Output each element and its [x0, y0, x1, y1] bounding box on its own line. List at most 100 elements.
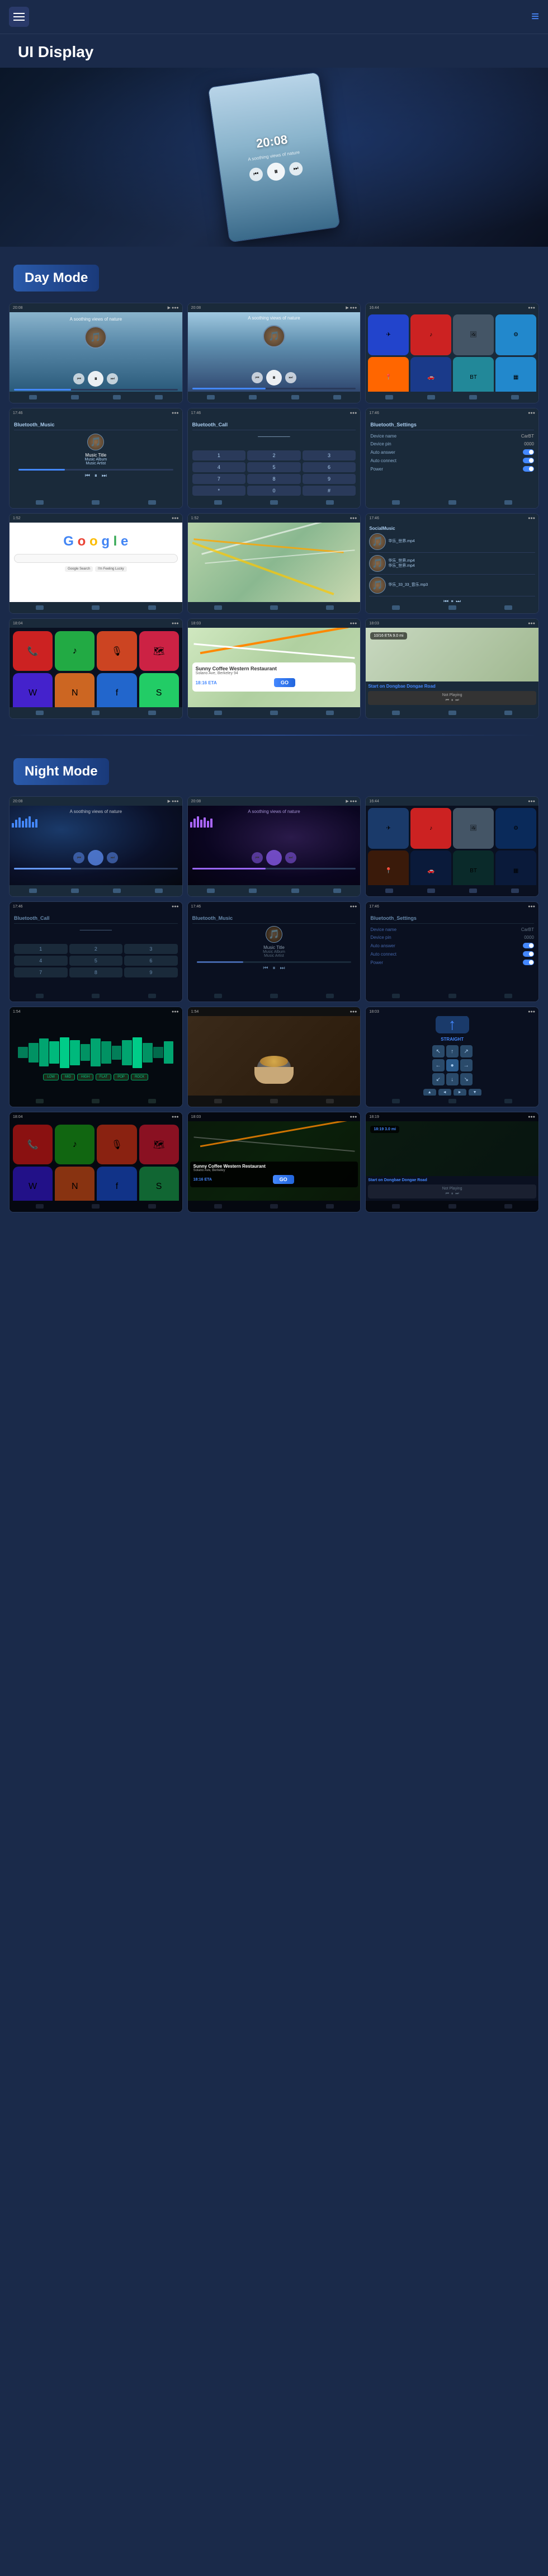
night-dial-1[interactable]: 1 — [14, 944, 68, 954]
cp-music[interactable]: ♪ — [55, 631, 95, 671]
night-nav-play[interactable]: ⏸ — [451, 1192, 453, 1196]
app-settings[interactable]: ⚙ — [495, 314, 536, 355]
night-dial-8[interactable]: 8 — [69, 967, 123, 977]
dial-3[interactable]: 3 — [303, 450, 356, 460]
night-next-1[interactable]: ⏭ — [107, 852, 118, 863]
nav-next[interactable]: ⏭ — [455, 698, 459, 703]
arrow-up-left[interactable]: ↖ — [432, 1045, 445, 1057]
night-dial-6[interactable]: 6 — [124, 956, 178, 966]
dial-hash[interactable]: # — [303, 486, 356, 496]
night-cp-phone[interactable]: 📞 — [13, 1125, 53, 1164]
dial-7[interactable]: 7 — [192, 474, 246, 484]
night-play-2[interactable] — [266, 850, 282, 866]
go-button[interactable]: GO — [274, 678, 295, 687]
auto-answer-toggle[interactable] — [523, 449, 534, 455]
menu-icon[interactable] — [9, 7, 29, 27]
google-search-bar[interactable] — [14, 554, 178, 563]
nav-extra-4[interactable]: ▼ — [469, 1089, 481, 1096]
night-app-extra1[interactable]: ▦ — [495, 850, 536, 885]
app-music[interactable]: ♪ — [410, 314, 451, 355]
night-dial-2[interactable]: 2 — [69, 944, 123, 954]
prev-btn[interactable]: ⏮ — [73, 373, 84, 384]
dial-2[interactable]: 2 — [247, 450, 301, 460]
night-cp-music[interactable]: ♪ — [55, 1125, 95, 1164]
night-cp-maps[interactable]: 🗺 — [139, 1125, 179, 1164]
bt-prev[interactable]: ⏮ — [85, 473, 90, 479]
night-prev-1[interactable]: ⏮ — [73, 852, 84, 863]
bt-play[interactable]: ⏸ — [95, 473, 97, 479]
night-nav-next[interactable]: ⏭ — [455, 1192, 459, 1196]
night-dial-3[interactable]: 3 — [124, 944, 178, 954]
night-app-photos[interactable]: 🖼 — [453, 808, 494, 849]
app-telegram[interactable]: ✈ — [368, 314, 409, 355]
google-lucky-btn[interactable]: I'm Feeling Lucky — [95, 566, 127, 572]
night-prev-2[interactable]: ⏮ — [252, 852, 263, 863]
eq-btn-1[interactable]: LOW — [43, 1074, 59, 1080]
social-item-1[interactable]: 🎵 华乐_世界.mp4 — [369, 533, 535, 553]
hero-play-btn[interactable]: ⏸ — [266, 161, 286, 181]
hero-next-btn[interactable]: ⏭ — [289, 161, 304, 176]
night-app-telegram[interactable]: ✈ — [368, 808, 409, 849]
app-vehicle[interactable]: 🚗 — [410, 357, 451, 392]
eq-btn-5[interactable]: POP — [114, 1074, 129, 1080]
night-app-music[interactable]: ♪ — [410, 808, 451, 849]
arrow-center[interactable]: ● — [446, 1059, 459, 1071]
night-cp-waze[interactable]: W — [13, 1167, 53, 1201]
cp-spotify[interactable]: S — [139, 673, 179, 707]
eq-btn-6[interactable]: ROCK — [131, 1074, 148, 1080]
night-auto-answer-toggle[interactable] — [523, 943, 534, 948]
app-bt[interactable]: BT — [453, 357, 494, 392]
night-app-maps[interactable]: 📍 — [368, 850, 409, 885]
app-maps[interactable]: 📍 — [368, 357, 409, 392]
dial-4[interactable]: 4 — [192, 462, 246, 472]
nav-extra-1[interactable]: ▲ — [423, 1089, 436, 1096]
dial-9[interactable]: 9 — [303, 474, 356, 484]
app-extra1[interactable]: ▦ — [495, 357, 536, 392]
cp-maps[interactable]: 🗺 — [139, 631, 179, 671]
eq-btn-3[interactable]: HIGH — [77, 1074, 93, 1080]
cp-phone[interactable]: 📞 — [13, 631, 53, 671]
night-cp-spotify[interactable]: S — [139, 1167, 179, 1201]
night-nav-prev[interactable]: ⏮ — [446, 1192, 449, 1196]
arrow-up[interactable]: ↑ — [446, 1045, 459, 1057]
arrow-right[interactable]: → — [460, 1059, 473, 1071]
nav-extra-2[interactable]: ◄ — [438, 1089, 451, 1096]
dial-star[interactable]: * — [192, 486, 246, 496]
play-btn[interactable]: ⏸ — [88, 371, 103, 387]
night-auto-connect-toggle[interactable] — [523, 951, 534, 957]
eq-btn-2[interactable]: MID — [61, 1074, 75, 1080]
hero-prev-btn[interactable]: ⏮ — [248, 167, 263, 182]
dial-5[interactable]: 5 — [247, 462, 301, 472]
nav-play[interactable]: ⏸ — [451, 698, 453, 703]
social-item-3[interactable]: 🎵 华乐_33_33_音乐.mp3 — [369, 577, 535, 596]
auto-connect-toggle[interactable] — [523, 458, 534, 463]
night-app-vehicle[interactable]: 🚗 — [410, 850, 451, 885]
play-btn-2[interactable]: ⏸ — [266, 370, 282, 386]
night-cp-netflix[interactable]: N — [55, 1167, 95, 1201]
cp-fb[interactable]: f — [97, 673, 136, 707]
night-bt-play[interactable]: ⏸ — [272, 965, 275, 971]
dial-1[interactable]: 1 — [192, 450, 246, 460]
arrow-down[interactable]: ↓ — [446, 1073, 459, 1085]
dial-8[interactable]: 8 — [247, 474, 301, 484]
night-dial-9[interactable]: 9 — [124, 967, 178, 977]
app-photos[interactable]: 🖼 — [453, 314, 494, 355]
nav-extra-3[interactable]: ► — [453, 1089, 466, 1096]
night-app-bt[interactable]: BT — [453, 850, 494, 885]
night-play-1[interactable] — [88, 850, 103, 866]
night-bt-prev[interactable]: ⏮ — [263, 965, 268, 971]
arrow-up-right[interactable]: ↗ — [460, 1045, 473, 1057]
night-dial-4[interactable]: 4 — [14, 956, 68, 966]
arrow-left[interactable]: ← — [432, 1059, 445, 1071]
google-search-btn[interactable]: Google Search — [65, 566, 93, 572]
nav-prev[interactable]: ⏮ — [446, 698, 449, 703]
night-cp-podcast[interactable]: 🎙 — [97, 1125, 136, 1164]
dial-6[interactable]: 6 — [303, 462, 356, 472]
nav-hamburger-icon[interactable]: ≡ — [531, 9, 539, 25]
next-btn-2[interactable]: ⏭ — [285, 372, 296, 383]
night-go-button[interactable]: GO — [273, 1175, 294, 1184]
cp-netflix[interactable]: N — [55, 673, 95, 707]
dial-0[interactable]: 0 — [247, 486, 301, 496]
power-toggle[interactable] — [523, 466, 534, 472]
night-dial-7[interactable]: 7 — [14, 967, 68, 977]
